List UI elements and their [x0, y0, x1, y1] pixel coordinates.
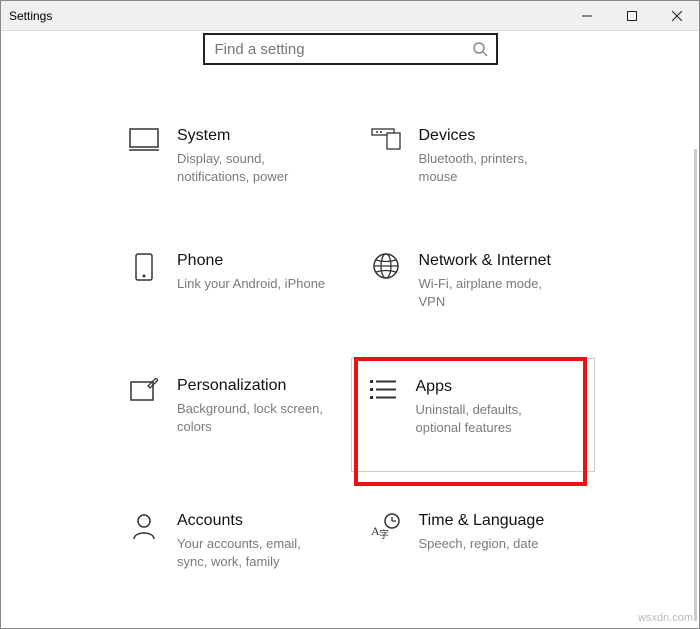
system-icon — [129, 128, 159, 152]
time-language-icon: A字 — [371, 513, 401, 539]
phone-icon — [135, 253, 153, 281]
content-area: System Display, sound, notifications, po… — [1, 31, 699, 628]
tile-phone[interactable]: Phone Link your Android, iPhone — [121, 245, 348, 325]
tile-title: Network & Internet — [419, 251, 569, 271]
search-input[interactable] — [213, 40, 472, 59]
tile-title: Devices — [419, 126, 569, 146]
minimize-button[interactable] — [564, 1, 609, 30]
tile-desc: Link your Android, iPhone — [177, 275, 325, 293]
tile-network[interactable]: Network & Internet Wi-Fi, airplane mode,… — [363, 245, 590, 325]
tile-devices[interactable]: Devices Bluetooth, printers, mouse — [363, 120, 590, 200]
watermark: wsxdn.com — [638, 612, 693, 624]
apps-icon — [370, 379, 396, 401]
tile-desc: Your accounts, email, sync, work, family — [177, 535, 327, 571]
svg-text:字: 字 — [379, 528, 389, 539]
tile-desc: Display, sound, notifications, power — [177, 150, 327, 186]
settings-grid: System Display, sound, notifications, po… — [121, 120, 589, 585]
search-box[interactable] — [203, 33, 498, 65]
accounts-icon — [132, 513, 156, 539]
tile-time-language[interactable]: A字 Time & Language Speech, region, date — [363, 505, 590, 585]
personalization-icon — [130, 378, 158, 402]
tile-title: Apps — [416, 377, 566, 397]
tile-desc: Uninstall, defaults, optional features — [416, 401, 566, 437]
tile-apps[interactable]: Apps Uninstall, defaults, optional featu… — [351, 358, 596, 472]
search-icon — [472, 41, 488, 57]
tile-title: System — [177, 126, 327, 146]
devices-icon — [371, 128, 401, 150]
scrollbar[interactable] — [694, 149, 697, 621]
window-buttons — [564, 1, 699, 30]
tile-desc: Wi-Fi, airplane mode, VPN — [419, 275, 569, 311]
window-title: Settings — [9, 9, 52, 23]
tile-title: Personalization — [177, 376, 327, 396]
globe-icon — [373, 253, 399, 279]
close-button[interactable] — [654, 1, 699, 30]
tile-accounts[interactable]: Accounts Your accounts, email, sync, wor… — [121, 505, 348, 585]
settings-window: Settings — [0, 0, 700, 629]
maximize-button[interactable] — [609, 1, 654, 30]
tile-system[interactable]: System Display, sound, notifications, po… — [121, 120, 348, 200]
tile-title: Accounts — [177, 511, 327, 531]
tile-desc: Background, lock screen, colors — [177, 400, 327, 436]
tile-title: Phone — [177, 251, 325, 271]
tile-personalization[interactable]: Personalization Background, lock screen,… — [121, 370, 348, 460]
tile-title: Time & Language — [419, 511, 545, 531]
tile-desc: Bluetooth, printers, mouse — [419, 150, 569, 186]
titlebar: Settings — [1, 1, 699, 31]
tile-desc: Speech, region, date — [419, 535, 545, 553]
search-wrap — [1, 33, 699, 65]
